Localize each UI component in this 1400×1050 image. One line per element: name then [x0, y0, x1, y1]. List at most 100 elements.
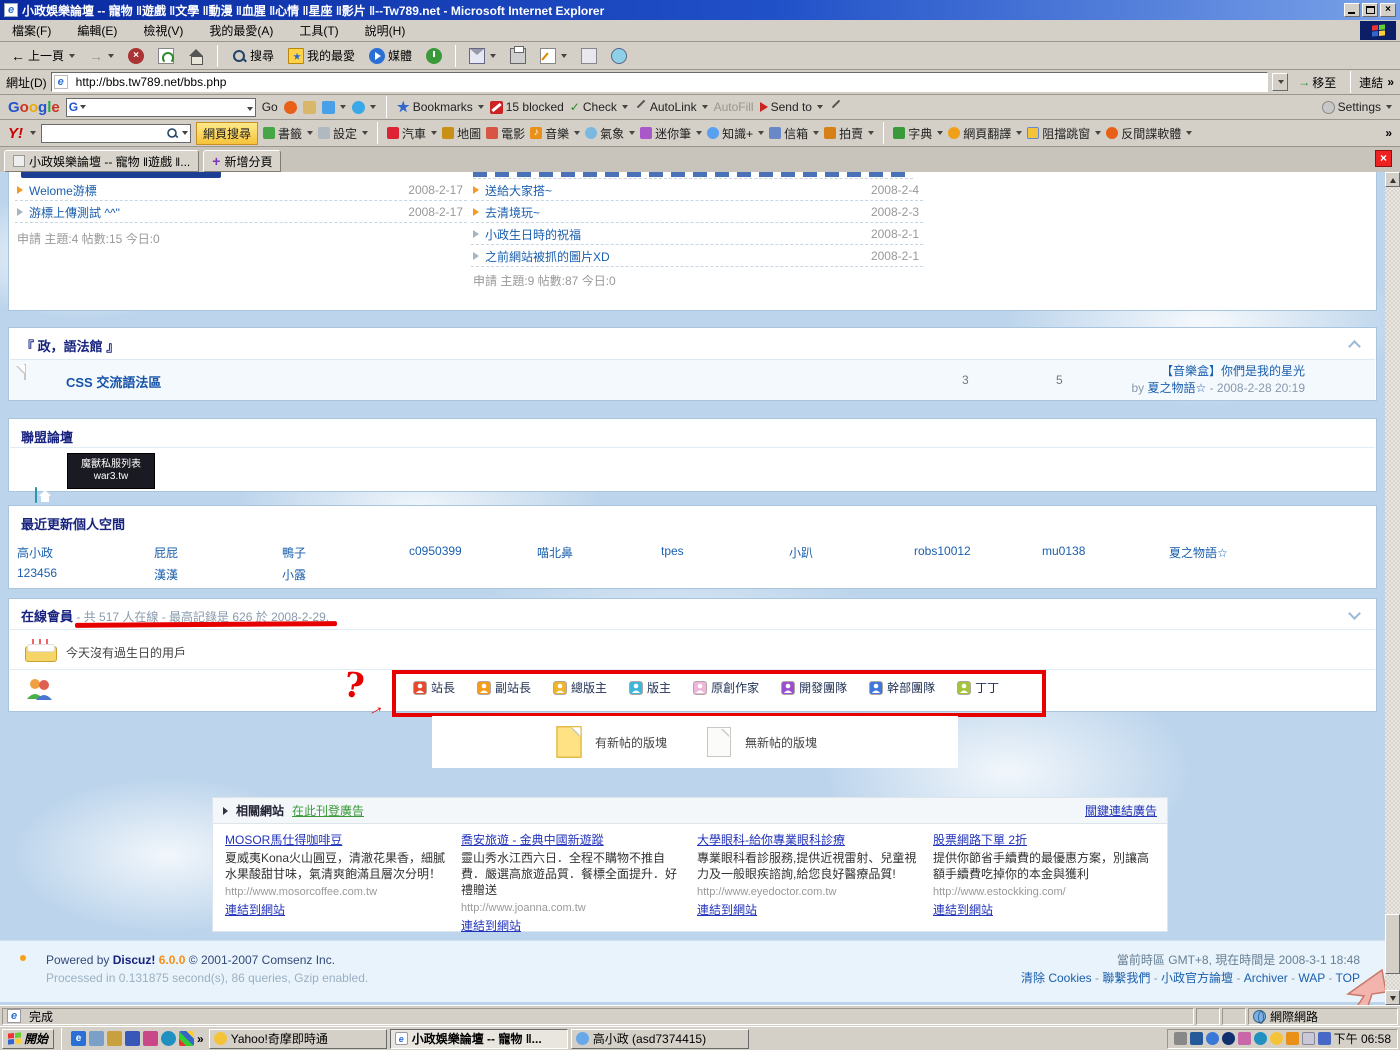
google-news-icon[interactable]: [303, 101, 316, 114]
yahoo-antispyware-button[interactable]: 反間諜軟體: [1106, 125, 1192, 142]
tray-volume-icon[interactable]: [1174, 1032, 1187, 1045]
quick-launch-browser-icon[interactable]: [161, 1031, 176, 1046]
messenger-button[interactable]: [606, 46, 632, 66]
google-bookmarks-button[interactable]: Bookmarks: [397, 100, 484, 114]
google-sendto-button[interactable]: Send to: [760, 100, 823, 114]
quick-launch-app-icon[interactable]: [179, 1031, 194, 1046]
google-autofill-button[interactable]: AutoFill: [714, 100, 754, 114]
google-site-search-icon[interactable]: [284, 101, 297, 114]
tray-icon[interactable]: [1238, 1032, 1251, 1045]
google-settings-button[interactable]: Settings: [1322, 100, 1392, 114]
google-search-dropdown-icon[interactable]: [80, 105, 86, 109]
category-title[interactable]: 『 政，語法館 』: [9, 328, 1376, 355]
space-user-link[interactable]: 漢漢: [154, 566, 178, 583]
menu-tools[interactable]: 工具(T): [299, 22, 338, 39]
google-go-button[interactable]: Go: [262, 100, 278, 114]
forum-link[interactable]: CSS 交流語法區: [66, 372, 161, 391]
scroll-up-button[interactable]: [1385, 172, 1400, 187]
links-more-icon[interactable]: »: [1387, 75, 1394, 89]
space-user-link[interactable]: 123456: [17, 566, 57, 580]
yahoo-maps-button[interactable]: 地圖: [442, 125, 481, 142]
keyword-ads-link[interactable]: 關鍵連結廣告: [1085, 802, 1157, 819]
google-autolink-button[interactable]: AutoLink: [634, 100, 708, 114]
back-button[interactable]: ← 上一頁: [6, 45, 80, 66]
address-url[interactable]: http://bbs.tw789.net/bbs.php: [76, 75, 227, 89]
tray-icon[interactable]: [1286, 1032, 1299, 1045]
yahoo-cars-button[interactable]: 汽車: [387, 125, 437, 142]
maximize-button[interactable]: [1362, 3, 1378, 17]
quick-launch-shield-icon[interactable]: [125, 1031, 140, 1046]
google-search-input[interactable]: G: [66, 98, 256, 117]
tray-icon[interactable]: [1222, 1032, 1235, 1045]
forward-dropdown-icon[interactable]: [108, 54, 114, 58]
yahoo-auction-button[interactable]: 拍賣: [824, 125, 874, 142]
google-spellcheck-button[interactable]: ✓Check: [570, 100, 628, 114]
yahoo-logo-dropdown-icon[interactable]: [30, 131, 36, 135]
tray-icon[interactable]: [1302, 1032, 1315, 1045]
yahoo-weather-button[interactable]: 氣象: [585, 125, 635, 142]
post-ad-link[interactable]: 在此刊登廣告: [292, 802, 364, 819]
address-input[interactable]: e http://bbs.tw789.net/bbs.php: [51, 72, 1269, 92]
ad-visit-link[interactable]: 連結到網站: [225, 902, 285, 918]
quick-launch-media-icon[interactable]: [143, 1031, 158, 1046]
space-user-link[interactable]: 小露: [282, 566, 306, 583]
yahoo-settings-button[interactable]: 設定: [318, 125, 368, 142]
task-yahoo-messenger[interactable]: Yahoo!奇摩即時通: [209, 1029, 387, 1049]
menu-view[interactable]: 檢視(V): [143, 22, 183, 39]
tray-ime-icon[interactable]: [1318, 1032, 1331, 1045]
yahoo-translate-button[interactable]: 網頁翻譯: [948, 125, 1022, 142]
tray-icon[interactable]: [1254, 1032, 1267, 1045]
google-popup-blocker[interactable]: 15 blocked: [490, 100, 564, 114]
media-button[interactable]: 媒體: [364, 45, 417, 66]
google-quotes-button[interactable]: [352, 101, 376, 114]
discuss-button[interactable]: [576, 46, 602, 66]
yahoo-dictionary-button[interactable]: 字典: [893, 125, 943, 142]
minimize-button[interactable]: [1344, 3, 1360, 17]
google-highlight-button[interactable]: [322, 101, 346, 114]
space-user-link[interactable]: mu0138: [1042, 544, 1085, 558]
topic-link[interactable]: 去清境玩~: [485, 204, 871, 221]
official-forum-link[interactable]: 小政官方論壇: [1161, 971, 1244, 985]
search-button[interactable]: 搜尋: [226, 45, 279, 66]
tab-close-button[interactable]: ×: [1375, 150, 1392, 167]
yahoo-web-search-button[interactable]: 網頁搜尋: [196, 122, 258, 145]
topic-link[interactable]: 之前網站被抓的圖片XD: [485, 248, 871, 265]
space-user-link[interactable]: tpes: [661, 544, 684, 558]
yahoo-music-button[interactable]: ♪音樂: [530, 125, 580, 142]
forward-button[interactable]: →: [84, 46, 119, 66]
go-button[interactable]: → 移至: [1292, 73, 1342, 92]
history-button[interactable]: [421, 46, 447, 66]
google-pen-icon[interactable]: [829, 101, 842, 114]
task-messenger-chat[interactable]: 高小政 (asd7374415): [571, 1029, 749, 1049]
yahoo-bookmarks-button[interactable]: 書籤: [263, 125, 313, 142]
yahoo-more-icon[interactable]: »: [1385, 126, 1392, 140]
tab-active[interactable]: 小政娛樂論壇 -- 寵物 ‖遊戲 ‖...: [4, 150, 199, 172]
menu-edit[interactable]: 編輯(E): [77, 22, 117, 39]
collapse-down-icon[interactable]: [1350, 609, 1360, 619]
yahoo-movies-button[interactable]: 電影: [486, 125, 525, 142]
lastpost-title-link[interactable]: 【音樂盒】你們是我的星光: [1131, 363, 1305, 380]
quick-launch-desktop-icon[interactable]: [89, 1031, 104, 1046]
address-dropdown-button[interactable]: [1272, 73, 1288, 91]
favorites-button[interactable]: 我的最愛: [283, 45, 360, 66]
vertical-scrollbar[interactable]: [1385, 172, 1400, 1005]
yahoo-mail-button[interactable]: 信箱: [769, 125, 819, 142]
yahoo-popup-blocker-button[interactable]: 阻擋跳窗: [1027, 125, 1101, 142]
alliance-banner[interactable]: 魔獸私服列表 war3.tw: [67, 453, 155, 489]
mail-dropdown-icon[interactable]: [490, 54, 496, 58]
clear-cookies-link[interactable]: 清除 Cookies: [1021, 971, 1102, 985]
ad-title-link[interactable]: 喬安旅遊 - 金典中國新遊蹤: [461, 832, 685, 848]
yahoo-answers-button[interactable]: 知識+: [707, 125, 764, 142]
new-tab-button[interactable]: + 新增分頁: [203, 150, 281, 172]
print-button[interactable]: [505, 46, 531, 66]
mail-button[interactable]: [464, 46, 501, 66]
menu-favorites[interactable]: 我的最愛(A): [209, 22, 273, 39]
tray-smiley-icon[interactable]: [1270, 1032, 1283, 1045]
refresh-button[interactable]: [153, 46, 179, 66]
quick-launch-ie-icon[interactable]: e: [71, 1031, 86, 1046]
lastpost-author-link[interactable]: 夏之物語☆: [1147, 381, 1206, 395]
home-link-icon[interactable]: [35, 487, 37, 503]
space-user-link[interactable]: 夏之物語☆: [1169, 544, 1228, 561]
space-user-link[interactable]: 喵北鼻: [537, 544, 573, 561]
quick-launch-mail-icon[interactable]: [107, 1031, 122, 1046]
